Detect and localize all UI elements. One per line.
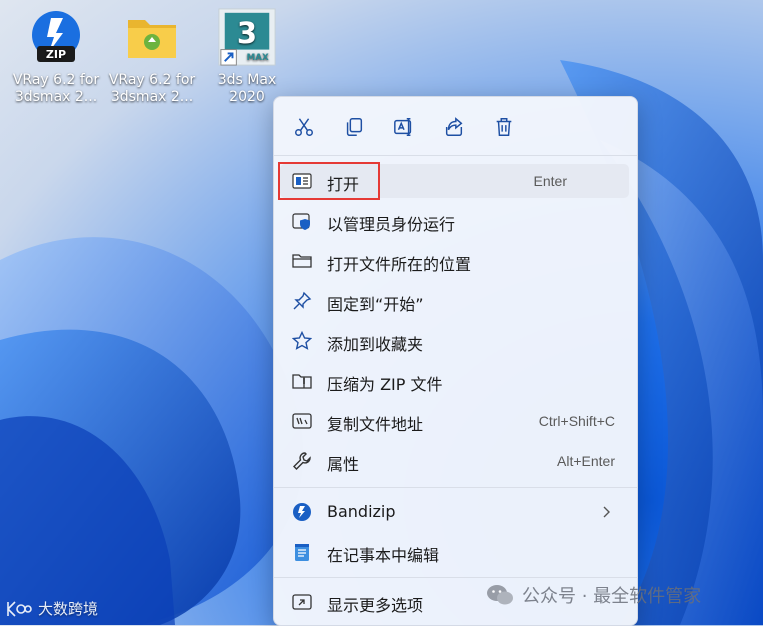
desktop-icon-label: VRay 6.2 for: [12, 72, 100, 88]
3ds-max-badge: MAX: [247, 53, 269, 63]
menu-item-shortcut: Ctrl+Shift+C: [538, 413, 615, 429]
rename-icon: [394, 118, 412, 136]
desktop-icon-label: 3ds Max: [217, 72, 277, 88]
watermark-left: 大数跨境: [6, 598, 98, 619]
rename-button[interactable]: [390, 113, 418, 141]
menu-item-shortcut: Enter: [533, 173, 567, 189]
zip-folder-icon: [292, 371, 312, 391]
menu-item-label: 添加到收藏夹: [327, 335, 424, 354]
watermark-right-text: 公众号 · 最全软件管家: [522, 586, 702, 607]
menu-separator: [274, 155, 637, 156]
desktop-icon-label: VRay 6.2 for: [108, 72, 196, 88]
menu-item-label: Bandizip: [327, 502, 396, 521]
copy-path-icon: [292, 411, 312, 431]
watermark-right: 公众号 · 最全软件管家: [486, 582, 701, 608]
wrench-icon: [292, 451, 312, 471]
menu-separator: [274, 487, 637, 488]
folder-icon: [128, 20, 176, 58]
highlight-annotation-box: [278, 162, 380, 200]
menu-item-label: 打开文件所在的位置: [327, 255, 472, 274]
desktop-icon-label: 3dsmax 2...: [14, 89, 98, 105]
menu-item-label: 以管理员身份运行: [327, 215, 456, 234]
context-menu-toolbar: [274, 97, 637, 155]
copy-icon: [346, 118, 363, 136]
scissors-icon: [295, 118, 313, 136]
folder-icon: [292, 251, 312, 271]
desktop-icon-vray-folder[interactable]: VRay 6.2 for 3dsmax 2...: [104, 6, 200, 106]
copy-button[interactable]: [340, 113, 368, 141]
notepad-icon: [292, 542, 312, 562]
menu-item-label: 在记事本中编辑: [327, 546, 440, 565]
menu-item-run-as-admin[interactable]: 以管理员身份运行: [280, 204, 629, 238]
menu-item-add-to-favorites[interactable]: 添加到收藏夹: [280, 324, 629, 358]
share-icon: [445, 117, 463, 136]
bandizip-icon: [292, 502, 312, 522]
chevron-right-icon: [603, 506, 610, 518]
wechat-icon: [487, 585, 513, 605]
menu-item-bandizip[interactable]: Bandizip: [280, 495, 629, 529]
desktop-icon-label: 3dsmax 2...: [110, 89, 194, 105]
menu-item-pin-to-start[interactable]: 固定到“开始”: [280, 284, 629, 318]
menu-item-edit-in-notepad[interactable]: 在记事本中编辑: [280, 535, 629, 569]
pin-icon: [292, 291, 312, 311]
menu-item-shortcut: Alt+Enter: [557, 453, 615, 469]
menu-item-properties[interactable]: 属性 Alt+Enter: [280, 444, 629, 478]
menu-item-open-file-location[interactable]: 打开文件所在的位置: [280, 244, 629, 278]
menu-item-label: 固定到“开始”: [327, 295, 424, 314]
desktop-icon-3dsmax[interactable]: 3 MAX 3ds Max 2020: [199, 6, 295, 106]
watermark-left-text: 大数跨境: [38, 600, 99, 618]
more-options-icon: [292, 592, 312, 612]
delete-button[interactable]: [490, 113, 518, 141]
menu-item-compress-zip[interactable]: 压缩为 ZIP 文件: [280, 364, 629, 398]
3ds-max-icon: 3 MAX: [218, 8, 276, 66]
menu-item-label: 属性: [327, 455, 360, 474]
star-icon: [291, 330, 313, 351]
share-button[interactable]: [440, 113, 468, 141]
cut-button[interactable]: [290, 113, 318, 141]
menu-item-label: 复制文件地址: [327, 415, 424, 434]
menu-item-copy-path[interactable]: 复制文件地址 Ctrl+Shift+C: [280, 404, 629, 438]
3ds-numeral: 3: [237, 16, 257, 50]
zip-badge-label: ZIP: [46, 48, 66, 61]
watermark-logo-icon: [7, 600, 32, 617]
menu-separator: [274, 577, 637, 578]
shield-icon: [292, 211, 312, 231]
desktop-icon-vray-zip[interactable]: ZIP VRay 6.2 for 3dsmax 2...: [8, 6, 104, 106]
bandizip-zip-icon: ZIP: [32, 11, 80, 62]
trash-icon: [496, 118, 512, 136]
menu-item-label: 压缩为 ZIP 文件: [327, 375, 443, 394]
menu-item-label: 显示更多选项: [327, 596, 424, 615]
